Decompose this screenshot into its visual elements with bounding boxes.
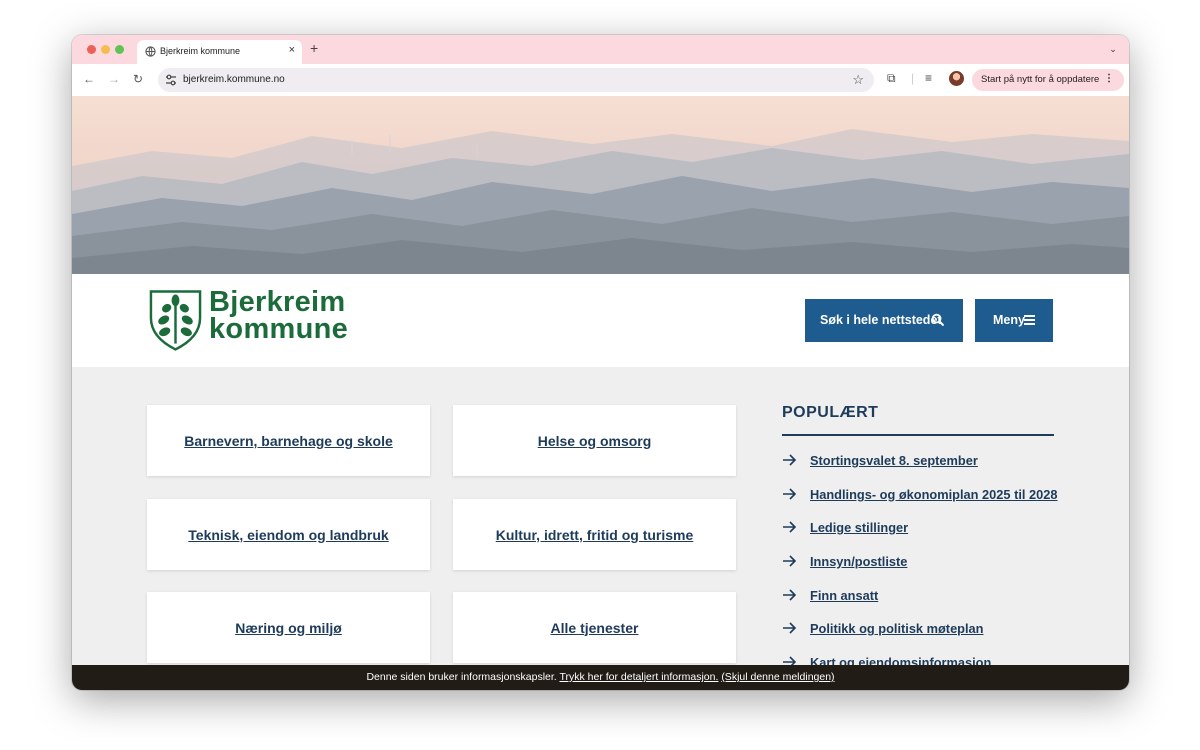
search-icon	[931, 313, 944, 326]
service-link[interactable]: Helse og omsorg	[538, 433, 652, 449]
arrow-right-icon	[783, 521, 797, 533]
address-bar[interactable]: bjerkreim.kommune.no ☆	[158, 68, 874, 92]
arrow-right-icon	[783, 622, 797, 634]
service-card[interactable]: Teknisk, eiendom og landbruk	[147, 499, 430, 570]
logo-line-1: Bjerkreim	[209, 286, 346, 318]
service-card[interactable]: Barnevern, barnehage og skole	[147, 405, 430, 476]
maximize-window-button[interactable]	[115, 45, 124, 54]
service-card[interactable]: Næring og miljø	[147, 592, 430, 663]
menu-button-label: Meny	[993, 313, 1025, 327]
cookie-notice-text: Denne siden bruker informasjonskapsler.	[366, 671, 557, 683]
service-link[interactable]: Næring og miljø	[235, 620, 342, 636]
service-link[interactable]: Kultur, idrett, fritid og turisme	[496, 527, 694, 543]
extensions-icon[interactable]: ⧉	[887, 71, 896, 86]
site-menu-button[interactable]: Meny	[975, 299, 1053, 342]
service-link[interactable]: Teknisk, eiendom og landbruk	[188, 527, 388, 543]
update-button[interactable]: Start på nytt for å oppdatere ⋮	[972, 69, 1124, 91]
search-button-label: Søk i hele nettstedet	[820, 313, 942, 327]
popular-link[interactable]: Handlings- og økonomiplan 2025 til 2028	[810, 487, 1057, 502]
browser-window: Bjerkreim kommune × + ⌄ ← → ↻ bjerkreim.…	[72, 35, 1129, 690]
popular-link[interactable]: Ledige stillinger	[810, 520, 908, 535]
hamburger-menu-icon	[1024, 315, 1035, 325]
update-label: Start på nytt for å oppdatere	[981, 74, 1100, 85]
tab-title: Bjerkreim kommune	[160, 46, 241, 56]
url-text[interactable]: bjerkreim.kommune.no	[183, 74, 285, 85]
service-card[interactable]: Kultur, idrett, fritid og turisme	[453, 499, 736, 570]
service-card[interactable]: Alle tjenester	[453, 592, 736, 663]
reload-icon[interactable]: ↻	[133, 72, 143, 86]
logo-line-2: kommune	[209, 313, 349, 345]
arrow-right-icon	[783, 454, 797, 466]
more-menu-icon[interactable]: ⋮	[1104, 73, 1114, 84]
arrow-right-icon	[783, 555, 797, 567]
popular-link[interactable]: Politikk og politisk møteplan	[810, 621, 984, 636]
tab-search-chevron-icon[interactable]: ⌄	[1105, 41, 1121, 57]
browser-toolbar: ← → ↻ bjerkreim.kommune.no ☆ ⧉ | ≡ Start…	[72, 64, 1129, 96]
site-search-button[interactable]: Søk i hele nettstedet	[805, 299, 963, 342]
media-controls-icon[interactable]: ≡	[925, 71, 932, 85]
new-tab-button[interactable]: +	[310, 40, 318, 56]
arrow-right-icon	[783, 488, 797, 500]
forward-arrow-icon[interactable]: →	[108, 72, 120, 86]
page-viewport: Bjerkreim kommune Søk i hele nettstedet …	[72, 96, 1129, 690]
tab-strip: Bjerkreim kommune × + ⌄	[72, 35, 1129, 64]
service-card[interactable]: Helse og omsorg	[453, 405, 736, 476]
service-link[interactable]: Alle tjenester	[551, 620, 639, 636]
popular-heading: POPULÆRT	[782, 404, 879, 421]
popular-link[interactable]: Innsyn/postliste	[810, 554, 907, 569]
site-settings-icon[interactable]	[165, 74, 177, 86]
municipal-shield-logo[interactable]	[148, 288, 203, 352]
minimize-window-button[interactable]	[101, 45, 110, 54]
site-logo-text[interactable]: Bjerkreim kommune	[209, 286, 349, 345]
service-link[interactable]: Barnevern, barnehage og skole	[184, 433, 393, 449]
arrow-right-icon	[783, 589, 797, 601]
site-header: Bjerkreim kommune Søk i hele nettstedet …	[72, 274, 1129, 367]
popular-divider	[782, 434, 1054, 436]
profile-avatar[interactable]	[949, 71, 964, 86]
cookie-hide-link[interactable]: (Skjul denne meldingen)	[721, 671, 834, 683]
browser-tab[interactable]: Bjerkreim kommune ×	[137, 40, 302, 64]
back-arrow-icon[interactable]: ←	[83, 72, 95, 86]
cookie-notice-bar: Denne siden bruker informasjonskapsler. …	[72, 665, 1129, 690]
popular-link[interactable]: Finn ansatt	[810, 588, 878, 603]
popular-link[interactable]: Stortingsvalet 8. september	[810, 453, 978, 468]
hero-mountain-image	[72, 96, 1129, 274]
close-window-button[interactable]	[87, 45, 96, 54]
bookmark-star-icon[interactable]: ☆	[852, 72, 864, 88]
globe-icon	[145, 46, 156, 57]
tab-close-icon[interactable]: ×	[289, 44, 295, 56]
cookie-details-link[interactable]: Trykk her for detaljert informasjon.	[559, 671, 718, 683]
toolbar-divider: |	[911, 71, 915, 85]
